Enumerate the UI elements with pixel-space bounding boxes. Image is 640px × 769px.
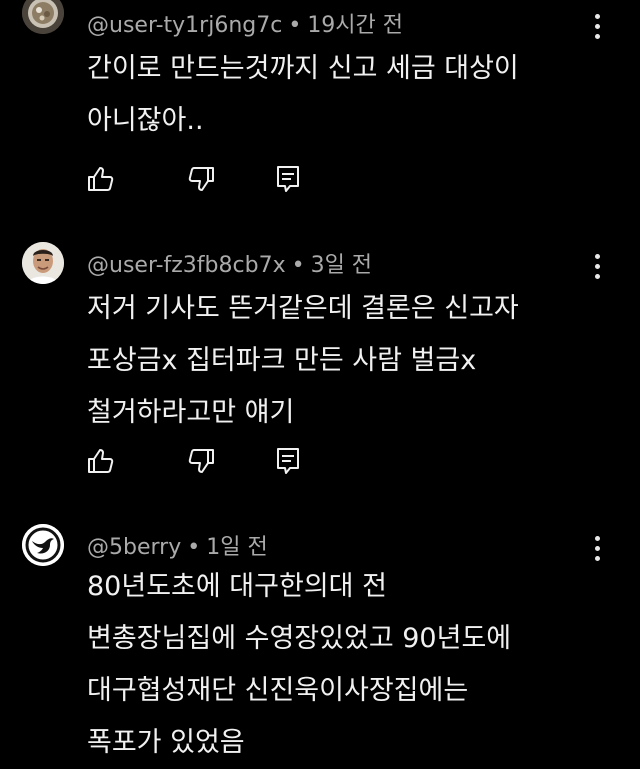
comment-line: 80년도초에 대구한의대 전 [87, 571, 387, 602]
author-name[interactable]: @5berry [87, 535, 181, 560]
comment-meta: @user-fz3fb8cb7x • 3일 전 [87, 247, 372, 279]
timestamp[interactable]: 3일 전 [311, 253, 372, 278]
comment-line: 철거하라고만 얘기 [87, 397, 295, 428]
thumbs-up-icon[interactable] [86, 446, 116, 476]
thumbs-down-icon[interactable] [186, 164, 216, 194]
food-photo-avatar-icon [22, 0, 64, 34]
avatar[interactable] [22, 524, 64, 566]
reply-icon[interactable] [273, 164, 303, 194]
avatar[interactable] [22, 242, 64, 284]
comment-meta: @user-ty1rj6ng7c • 19시간 전 [87, 7, 403, 39]
comment-line: 간이로 만드는것까지 신고 세금 대상이 [87, 53, 519, 84]
timestamp[interactable]: 19시간 전 [307, 13, 403, 38]
comment-text: 80년도초에 대구한의대 전 변총장님집에 수영장있었고 90년도에 대구협성재… [87, 561, 511, 769]
bird-logo-avatar-icon [22, 524, 64, 566]
timestamp[interactable]: 1일 전 [206, 535, 267, 560]
author-name[interactable]: @user-ty1rj6ng7c [87, 13, 282, 38]
more-vertical-icon[interactable] [585, 252, 609, 282]
meta-separator: • [291, 253, 305, 278]
comment-line: 저거 기사도 뜬거같은데 결론은 신고자 [87, 293, 519, 324]
thumbs-up-icon[interactable] [86, 164, 116, 194]
comment-actions [86, 446, 326, 478]
person-photo-avatar-icon [22, 242, 64, 284]
comment-line: 아니잖아.. [87, 105, 204, 136]
meta-separator: • [187, 535, 201, 560]
more-vertical-icon[interactable] [585, 534, 609, 564]
comment-line: 포상금x 집터파크 만든 사람 벌금x [87, 345, 477, 376]
comment-meta: @5berry • 1일 전 [87, 529, 268, 561]
avatar[interactable] [22, 0, 64, 34]
comment-text: 저거 기사도 뜬거같은데 결론은 신고자 포상금x 집터파크 만든 사람 벌금x… [87, 283, 519, 439]
reply-icon[interactable] [273, 446, 303, 476]
comment-line: 변총장님집에 수영장있었고 90년도에 [87, 623, 512, 654]
thumbs-down-icon[interactable] [186, 446, 216, 476]
comment-text: 간이로 만드는것까지 신고 세금 대상이 아니잖아.. [87, 43, 519, 147]
comment-line: 대구협성재단 신진욱이사장집에는 [87, 675, 469, 706]
comment-actions [86, 164, 326, 196]
comment-line: 폭포가 있었음 [87, 727, 245, 758]
more-vertical-icon[interactable] [585, 12, 609, 42]
author-name[interactable]: @user-fz3fb8cb7x [87, 253, 286, 278]
meta-separator: • [288, 13, 302, 38]
